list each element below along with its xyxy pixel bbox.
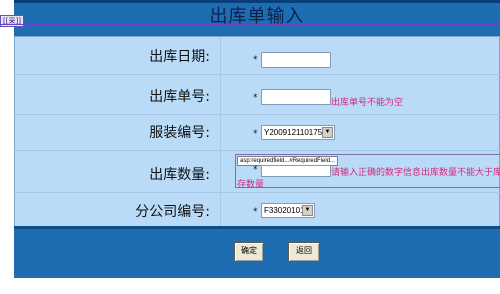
label-cell: 出库数量: <box>15 151 221 192</box>
field-label-branch: 分公司编号: <box>135 204 210 220</box>
date-input[interactable] <box>261 52 331 68</box>
select-value: Y20091211017596 <box>264 128 332 137</box>
value-cell: * 出库单号不能为空 <box>221 75 500 114</box>
label-cell: 分公司编号: <box>15 193 221 229</box>
branch-number-select[interactable]: F33020101 ▼ <box>261 203 315 218</box>
required-marker: * <box>253 207 258 217</box>
order-number-error: 出库单号不能为空 <box>331 98 404 108</box>
form-row-number: 出库单号: * 出库单号不能为空 <box>15 75 500 115</box>
confirm-button[interactable]: 确定 <box>234 242 264 262</box>
order-number-input[interactable] <box>261 89 331 105</box>
field-label-date: 出库日期: <box>149 49 210 65</box>
select-value: F33020101 <box>264 206 305 215</box>
chevron-down-icon[interactable]: ▼ <box>302 205 313 216</box>
field-label-garment: 服装编号: <box>149 125 210 141</box>
field-label-quantity: 出库数量: <box>149 167 210 183</box>
garment-number-select[interactable]: Y20091211017596 ▼ <box>261 125 335 140</box>
action-bar: 确定 返回 <box>14 226 500 278</box>
quantity-input[interactable] <box>261 165 331 177</box>
form-row-quantity: 出库数量: asp:requiredfield...#RequiredField… <box>15 151 500 193</box>
stock-out-form: 出库日期: * 出库单号: * 出库单号不能为空 服装编号: * Y200912… <box>14 36 500 230</box>
label-cell: 出库单号: <box>15 75 221 114</box>
field-label-number: 出库单号: <box>149 89 210 105</box>
chevron-down-icon[interactable]: ▼ <box>322 127 333 138</box>
value-cell: * Y20091211017596 ▼ <box>221 115 500 150</box>
page-container: 出库单输入 [[采]] 出库日期: * 出库单号: * 出库单号不能为空 服装编… <box>0 0 500 294</box>
value-cell: * F33020101 ▼ <box>221 193 500 229</box>
required-marker: * <box>253 93 258 103</box>
required-marker: * <box>253 165 258 175</box>
page-footer <box>14 278 500 294</box>
design-marker: [[采]] <box>0 15 24 27</box>
value-cell: asp:requiredfield...#RequiredField... * … <box>221 151 500 192</box>
label-cell: 出库日期: <box>15 37 221 74</box>
quantity-error-continued: 存数量 <box>237 180 265 190</box>
form-row-branch: 分公司编号: * F33020101 ▼ <box>15 193 500 229</box>
quantity-error: 请输入正确的数字信息出库数量不能大于库 <box>331 168 500 178</box>
design-guide-line <box>0 24 500 25</box>
action-bar-strip <box>14 226 500 229</box>
required-marker: * <box>253 129 258 139</box>
back-button[interactable]: 返回 <box>288 242 320 262</box>
title-bar: 出库单输入 <box>14 0 500 36</box>
label-cell: 服装编号: <box>15 115 221 150</box>
required-marker: * <box>253 55 258 65</box>
value-cell: * <box>221 37 500 74</box>
form-row-date: 出库日期: * <box>15 37 500 75</box>
form-row-garment: 服装编号: * Y20091211017596 ▼ <box>15 115 500 151</box>
